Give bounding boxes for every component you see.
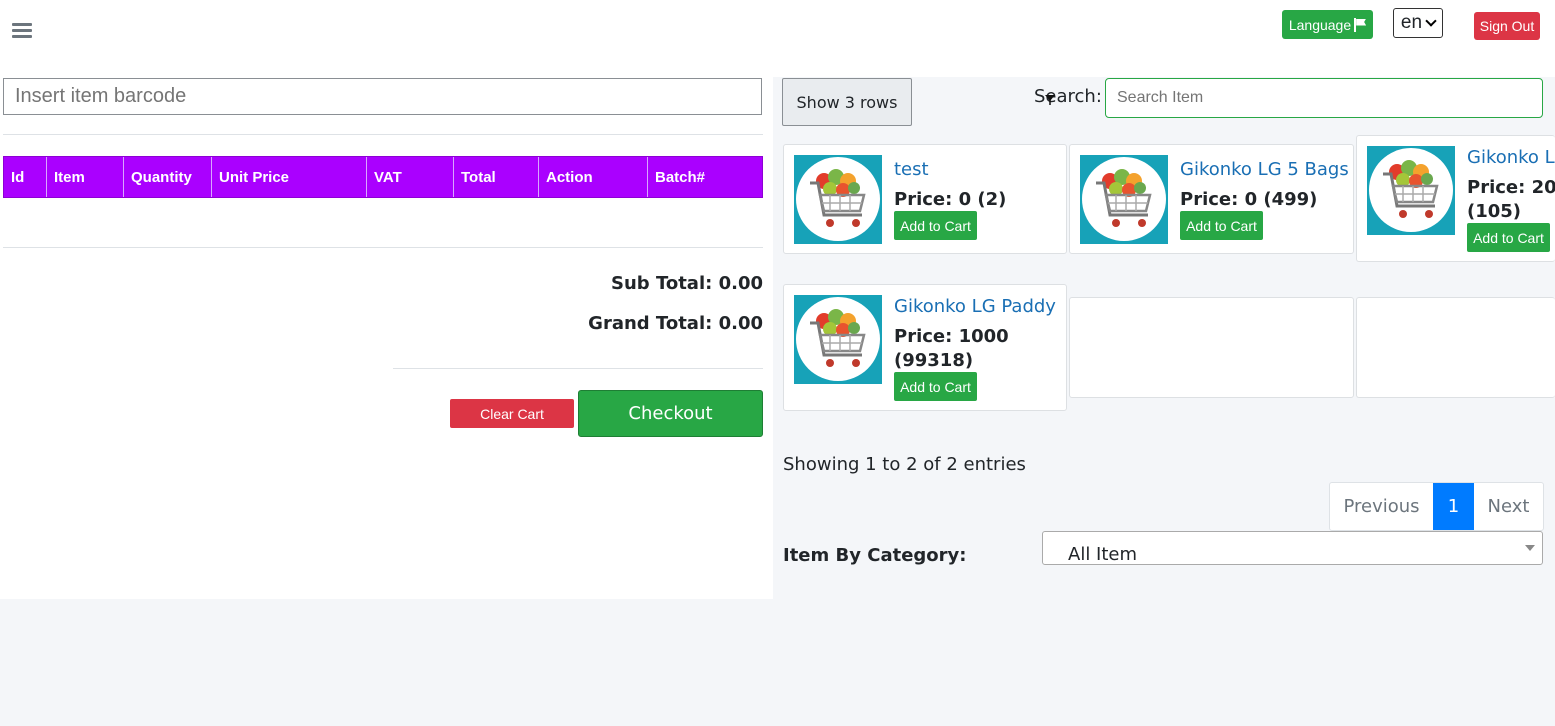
add-to-cart-button[interactable]: Add to Cart — [1180, 211, 1263, 240]
add-to-cart-button[interactable]: Add to Cart — [894, 211, 977, 240]
chevron-down-icon — [1425, 15, 1437, 27]
product-price: Price: 2000 (105) — [1467, 177, 1555, 222]
column-header-unit-price: Unit Price — [212, 157, 367, 197]
column-header-total: Total — [454, 157, 539, 197]
shopping-cart-image — [810, 169, 866, 227]
column-header-quantity: Quantity — [124, 157, 212, 197]
column-header-id: Id — [4, 157, 47, 197]
shopping-cart-image — [1383, 160, 1439, 218]
pagination-page-1[interactable]: 1 — [1433, 483, 1474, 530]
product-image[interactable] — [1367, 146, 1455, 235]
column-header-action: Action — [539, 157, 648, 197]
cart-table-header: Id Item Quantity Unit Price VAT Total Ac… — [3, 156, 763, 198]
product-name-link[interactable]: Gikonko LG — [1467, 147, 1555, 168]
language-select-value: en — [1400, 12, 1423, 33]
product-card: Gikonko LG 5 Bags Price: 0 (499) Add to … — [1069, 144, 1354, 254]
sign-out-button[interactable]: Sign Out — [1474, 12, 1540, 40]
column-header-item: Item — [47, 157, 124, 197]
mouse-cursor-icon — [1045, 95, 1055, 105]
showing-entries-text: Showing 1 to 2 of 2 entries — [783, 454, 1026, 475]
checkout-button[interactable]: Checkout — [578, 390, 763, 437]
product-price: Price: 0 (499) — [1180, 189, 1318, 210]
category-select-value: All Item — [1068, 544, 1138, 565]
empty-card — [1356, 297, 1555, 398]
column-header-vat: VAT — [367, 157, 454, 197]
flag-icon — [1354, 17, 1366, 32]
top-navbar: Language en Sign Out — [0, 0, 1555, 77]
caret-down-icon — [1525, 545, 1535, 551]
category-label: Item By Category: — [783, 545, 967, 566]
empty-card — [1069, 297, 1354, 398]
language-select[interactable]: en — [1393, 8, 1443, 38]
product-price: Price: 0 (2) — [894, 189, 1007, 210]
pagination-previous[interactable]: Previous — [1330, 483, 1433, 530]
product-image[interactable] — [1080, 155, 1168, 244]
language-label: Language — [1288, 16, 1352, 33]
product-name-link[interactable]: Gikonko LG Paddy — [894, 296, 1056, 317]
product-card: test Price: 0 (2) Add to Cart — [783, 144, 1067, 254]
add-to-cart-button[interactable]: Add to Cart — [1467, 223, 1550, 252]
cart-panel: Id Item Quantity Unit Price VAT Total Ac… — [0, 77, 773, 599]
grand-total: Grand Total: 0.00 — [588, 313, 763, 334]
product-name-link[interactable]: test — [894, 159, 929, 180]
product-price: Price: 1000 (99318) — [894, 326, 1009, 371]
shopping-cart-image — [1096, 169, 1152, 227]
sub-total: Sub Total: 0.00 — [611, 273, 763, 294]
product-image[interactable] — [794, 295, 882, 384]
product-card: Gikonko LG Price: 2000 (105) Add to Cart — [1356, 135, 1555, 262]
product-name-link[interactable]: Gikonko LG 5 Bags — [1180, 159, 1349, 180]
product-card: Gikonko LG Paddy Price: 1000 (99318) Add… — [783, 284, 1067, 411]
show-rows-button[interactable]: Show 3 rows — [782, 78, 912, 126]
search-input[interactable] — [1105, 78, 1543, 118]
language-button[interactable]: Language — [1282, 10, 1373, 39]
add-to-cart-button[interactable]: Add to Cart — [894, 372, 977, 401]
divider — [3, 134, 763, 135]
column-header-batch: Batch# — [655, 168, 706, 186]
clear-cart-button[interactable]: Clear Cart — [450, 399, 574, 428]
category-select[interactable]: All Item — [1042, 531, 1543, 565]
hamburger-icon[interactable] — [12, 20, 32, 42]
divider — [3, 247, 763, 248]
divider — [393, 368, 763, 369]
shopping-cart-image — [810, 309, 866, 367]
product-image[interactable] — [794, 155, 882, 244]
pagination-next[interactable]: Next — [1474, 483, 1543, 530]
pagination: Previous 1 Next — [1329, 482, 1544, 531]
barcode-input[interactable] — [3, 78, 762, 115]
